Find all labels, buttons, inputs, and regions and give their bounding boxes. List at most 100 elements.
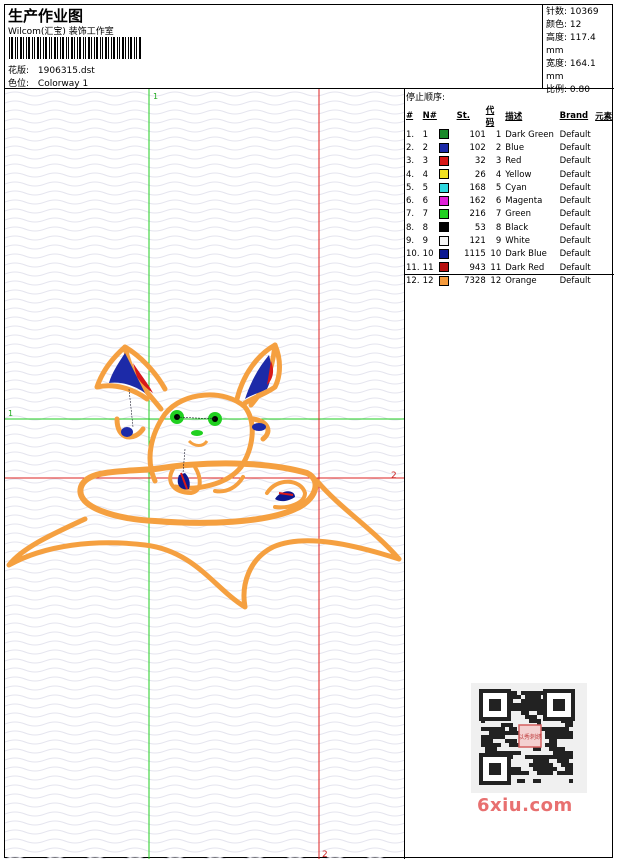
row-idx: 3. (406, 156, 415, 167)
stat-colors: 颜色: 12 (546, 19, 614, 32)
stat-label: 高度: (546, 33, 568, 43)
row-brand: Default (559, 169, 591, 180)
row-no: 11 (422, 262, 434, 273)
row-element (595, 141, 614, 154)
row-element (595, 168, 614, 181)
color-swatch (439, 222, 450, 233)
row-no: 2 (422, 142, 429, 153)
row-stitches: 101 (469, 129, 486, 140)
header-idx: # (406, 111, 414, 121)
row-code: 9 (495, 236, 502, 247)
row-brand: Default (559, 262, 591, 273)
color-sequence-table: # N# St. 代码 描述 Brand 元素 1. 1 101 1 Dark Gree… (405, 104, 614, 288)
header-brand: Brand (559, 111, 589, 121)
color-swatch (439, 182, 450, 193)
row-stitches: 216 (469, 209, 486, 220)
row-element (595, 274, 614, 287)
row-brand: Default (559, 129, 591, 140)
color-swatch (439, 262, 450, 273)
row-element (595, 221, 614, 234)
row-brand: Default (559, 182, 591, 193)
header-code: 代码 (485, 106, 495, 128)
design-info: 花版: 1906315.dst (8, 63, 95, 76)
table-row: 8. 8 53 8 Black Default (405, 221, 614, 234)
row-idx: 2. (406, 142, 415, 153)
table-row: 12. 12 7328 12 Orange Default (405, 274, 614, 287)
row-code: 5 (495, 182, 502, 193)
row-code: 7 (495, 209, 502, 220)
row-desc: Yellow (505, 169, 532, 180)
row-element (595, 155, 614, 168)
row-element (595, 208, 614, 221)
row-code: 6 (495, 196, 502, 207)
row-desc: Dark Blue (505, 249, 547, 260)
row-swatch (439, 221, 456, 234)
row-no: 1 (422, 129, 429, 140)
row-code: 10 (490, 249, 502, 260)
color-swatch (439, 155, 450, 166)
row-code: 4 (495, 169, 502, 180)
colorway-value: Colorway 1 (37, 79, 89, 89)
software-subtitle: Wilcom(汇宝) 装饰工作室 (8, 27, 114, 37)
stat-stitches: 针数: 10369 (546, 6, 614, 19)
row-no: 3 (422, 156, 429, 167)
table-row: 10. 10 1115 10 Dark Blue Default (405, 248, 614, 261)
row-brand: Default (559, 196, 591, 207)
row-swatch (439, 208, 456, 221)
row-brand: Default (559, 209, 591, 220)
row-idx: 12. (406, 275, 420, 286)
row-swatch (439, 248, 456, 261)
header-info: 生产作业图 Wilcom(汇宝) 装饰工作室 花版: 1906315.dst 色… (5, 5, 543, 89)
row-element (595, 181, 614, 194)
guide-marker-left: 1 (8, 409, 13, 418)
row-idx: 4. (406, 169, 415, 180)
stat-label: 颜色: (546, 20, 568, 30)
row-desc: Dark Red (505, 262, 545, 273)
table-row: 6. 6 162 6 Magenta Default (405, 194, 614, 207)
row-idx: 10. (406, 249, 420, 260)
row-stitches: 26 (474, 169, 486, 180)
row-swatch (439, 234, 456, 247)
stat-height: 高度: 117.4 mm (546, 32, 614, 58)
row-code: 1 (495, 129, 502, 140)
table-row: 9. 9 121 9 White Default (405, 234, 614, 247)
row-brand: Default (559, 236, 591, 247)
colorway-label: 色位: (8, 79, 30, 89)
production-worksheet: 生产作业图 Wilcom(汇宝) 装饰工作室 花版: 1906315.dst 色… (4, 4, 614, 859)
embroidery-preview: 1 1 2 2 (5, 89, 404, 859)
row-stitches: 32 (474, 156, 486, 167)
row-idx: 5. (406, 182, 415, 193)
row-idx: 11. (406, 262, 420, 273)
row-element (595, 194, 614, 207)
row-stitches: 121 (469, 236, 486, 247)
table-row: 2. 2 102 2 Blue Default (405, 141, 614, 154)
table-row: 3. 3 32 3 Red Default (405, 155, 614, 168)
row-desc: Dark Green (505, 129, 554, 140)
barcode (9, 37, 141, 59)
row-brand: Default (559, 275, 591, 286)
color-swatch (439, 249, 450, 260)
color-swatch (439, 169, 450, 180)
row-swatch (439, 155, 456, 168)
row-idx: 9. (406, 236, 415, 247)
row-brand: Default (559, 222, 591, 233)
row-swatch (439, 274, 456, 287)
header-desc: 描述 (505, 112, 523, 122)
guide-marker-bottom: 2 (322, 850, 328, 859)
color-swatch (439, 275, 450, 286)
row-brand: Default (559, 142, 591, 153)
row-code: 12 (490, 275, 502, 286)
header-stitches: St. (456, 111, 470, 121)
table-row: 5. 5 168 5 Cyan Default (405, 181, 614, 194)
row-desc: Red (505, 156, 522, 167)
color-swatch (439, 129, 450, 140)
row-idx: 8. (406, 222, 415, 233)
row-element (595, 261, 614, 274)
row-stitches: 943 (469, 262, 486, 273)
header-swatch (439, 104, 456, 128)
row-stitches: 162 (469, 196, 486, 207)
row-code: 11 (490, 262, 502, 273)
row-desc: White (505, 236, 530, 247)
row-code: 2 (495, 142, 502, 153)
table-row: 1. 1 101 1 Dark Green Default (405, 128, 614, 141)
